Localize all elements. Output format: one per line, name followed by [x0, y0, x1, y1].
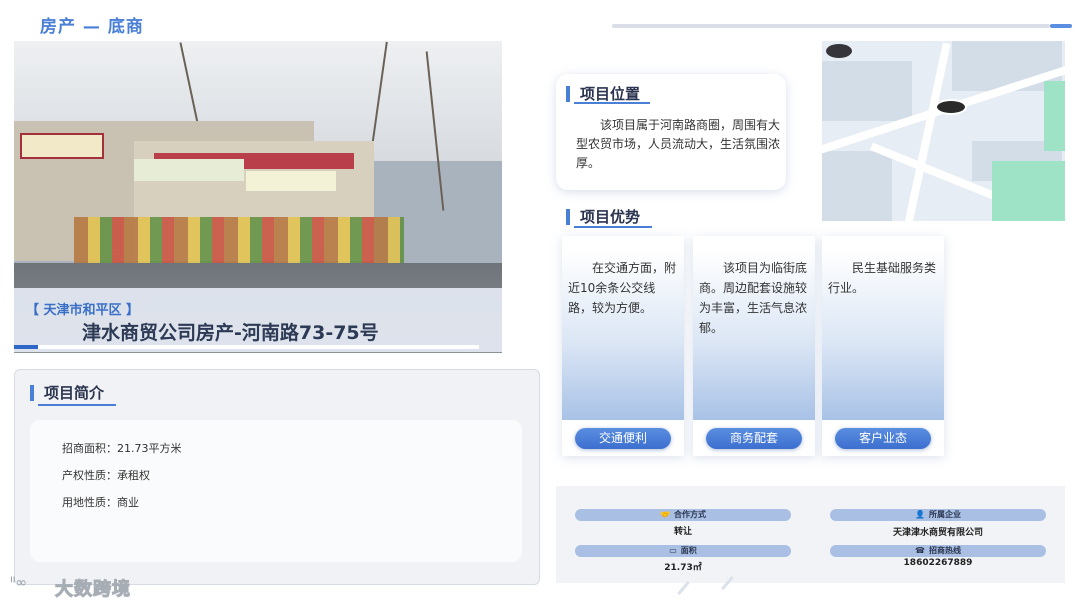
intro-land-use: 用地性质：商业: [62, 496, 139, 509]
cooperation-label-pill: 🤝 合作方式: [575, 509, 791, 521]
photo-shop-sign: [246, 171, 336, 191]
advantage-tag-transport[interactable]: 交通便利: [575, 428, 671, 449]
header-divider-accent: [1050, 24, 1072, 28]
company-label-pill: 👤 所属企业: [830, 509, 1046, 521]
area-label: 面积: [680, 546, 697, 555]
project-name: 津水商贸公司房产-河南路73-75号: [82, 322, 379, 344]
map-block: [822, 61, 912, 121]
map-compass-icon[interactable]: [826, 44, 852, 58]
watermark-logo-icon: ᐦ∞: [10, 575, 28, 591]
area-icon: ▭: [669, 546, 677, 555]
advantage-tag-clients[interactable]: 客户业态: [835, 428, 931, 449]
caption-divider-accent: [14, 345, 38, 349]
location-description: 该项目属于河南路商圈，周围有大型农贸市场，人员流动大，生活氛围浓厚。: [576, 118, 781, 170]
map-location-pin-icon[interactable]: [935, 99, 967, 115]
company-label: 所属企业: [928, 510, 961, 519]
district-label: 【 天津市和平区 】: [26, 303, 140, 318]
caption-divider: [14, 345, 479, 349]
advantages-section-title: 项目优势: [566, 209, 640, 225]
photo-market-stalls: [74, 217, 404, 263]
page-title: 房产 — 底商: [40, 17, 144, 37]
area-label-pill: ▭ 面积: [575, 545, 791, 557]
photo-shop-sign: [20, 133, 104, 159]
hotline-label: 招商热线: [928, 546, 961, 555]
cooperation-value: 转让: [673, 527, 692, 537]
company-value: 天津津水商贸有限公司: [892, 528, 983, 538]
advantage-text: 民生基础服务类行业。: [828, 261, 937, 295]
watermark-logo-text: 大数跨境: [55, 579, 131, 601]
advantage-text: 在交通方面，附近10余条公交线路，较为方便。: [568, 261, 677, 315]
advantage-text: 该项目为临街底商。周边配套设施较为丰富，生活气息浓郁。: [699, 261, 808, 335]
cooperation-label: 合作方式: [673, 510, 706, 519]
location-map: [822, 41, 1065, 221]
map-green-area: [992, 161, 1065, 221]
photo-shop-sign: [134, 159, 244, 181]
intro-area: 招商面积：21.73平方米: [62, 442, 182, 455]
advantages-title-underline: [574, 226, 652, 228]
decorative-slash: [677, 580, 690, 596]
intro-property-right: 产权性质：承租权: [62, 469, 150, 482]
location-title-underline: [574, 102, 650, 104]
handshake-icon: 🤝: [660, 510, 670, 519]
location-section-title: 项目位置: [566, 86, 640, 102]
header-divider: [612, 24, 1050, 28]
advantage-tag-business[interactable]: 商务配套: [706, 428, 802, 449]
phone-icon: ☎: [915, 546, 925, 555]
person-icon: 👤: [915, 510, 925, 519]
map-block: [822, 151, 892, 221]
area-value: 21.73㎡: [664, 563, 702, 573]
hotline-value[interactable]: 18602267889: [830, 558, 1046, 568]
intro-title-underline: [38, 404, 116, 406]
hotline-label-pill: ☎ 招商热线: [830, 545, 1046, 557]
map-green-area: [1044, 81, 1065, 151]
intro-section-title: 项目简介: [30, 385, 104, 401]
